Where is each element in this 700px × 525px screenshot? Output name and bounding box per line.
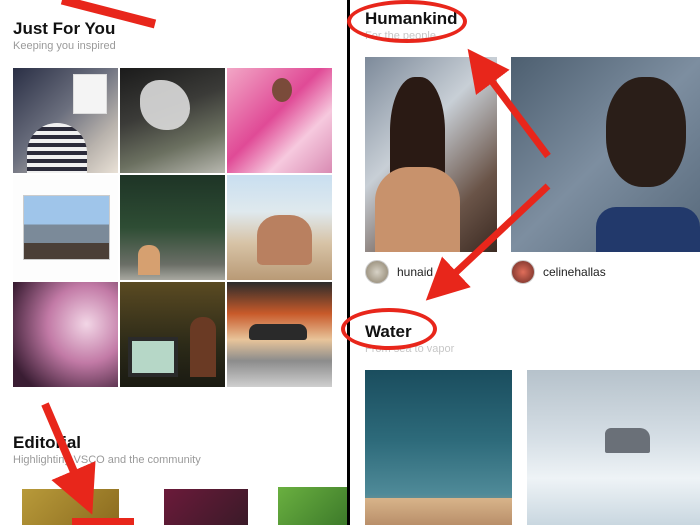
annotation-overlay (41, 0, 551, 525)
highlight-humankind (347, 0, 467, 43)
arrow-humankind (467, 48, 551, 159)
arrow-editorial (41, 402, 96, 515)
arrow-water (425, 183, 551, 301)
highlight-water (341, 308, 437, 350)
highlight-bar (72, 518, 134, 525)
arrow-top-left (60, 0, 157, 29)
